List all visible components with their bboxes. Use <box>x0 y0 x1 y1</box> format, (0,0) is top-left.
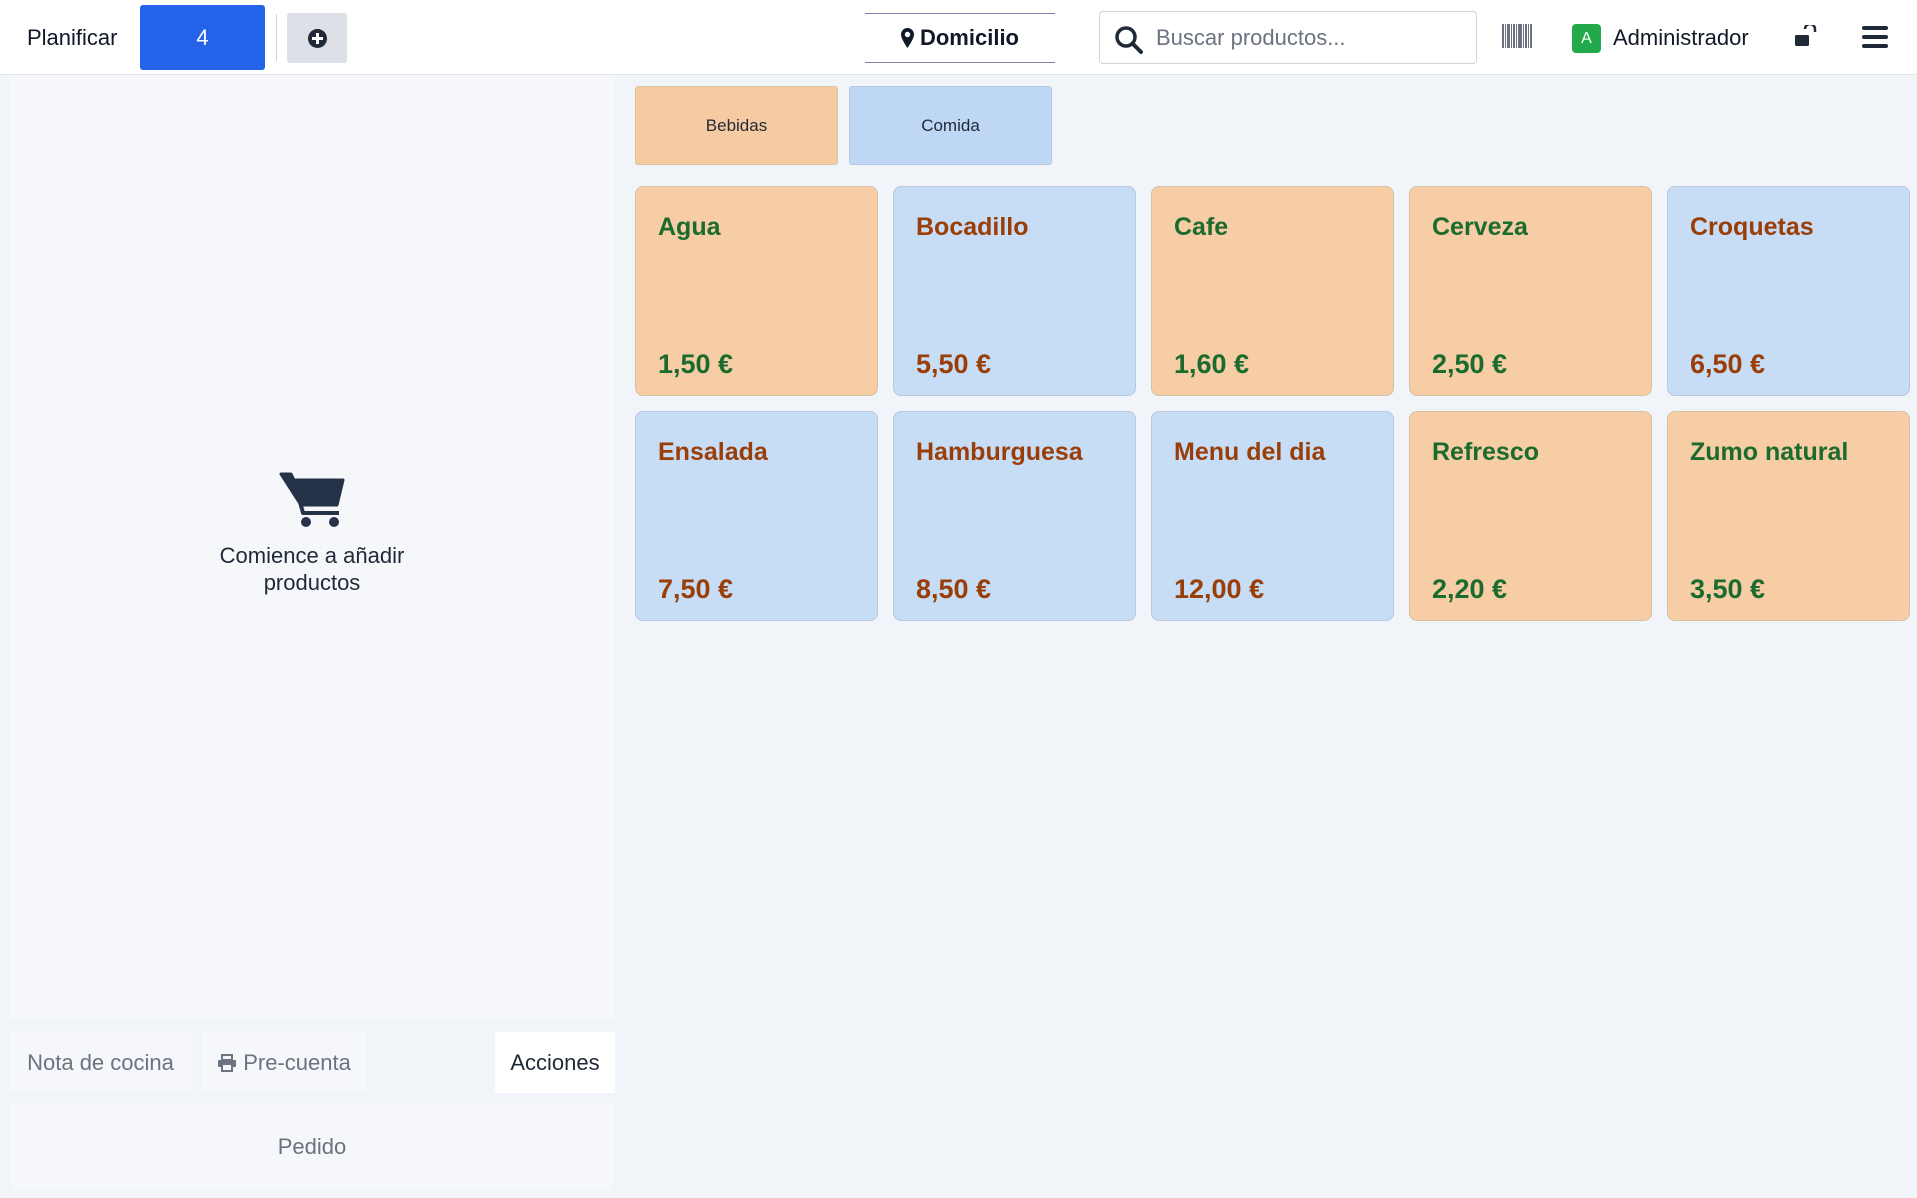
pre-bill-button[interactable]: Pre-cuenta <box>202 1032 366 1093</box>
product-card-agua[interactable]: Agua 1,50 € <box>635 186 878 396</box>
avatar: A <box>1572 23 1601 53</box>
product-name: Bocadillo <box>916 213 1029 241</box>
user-menu[interactable]: A Administrador <box>1572 22 1749 54</box>
location-label: Domicilio <box>919 25 1019 50</box>
product-price: 1,50 € <box>658 349 734 379</box>
category-bebidas[interactable]: Bebidas <box>635 86 838 165</box>
product-name: Croquetas <box>1690 213 1814 241</box>
product-name: Cerveza <box>1432 213 1528 241</box>
pre-bill-label: Pre-cuenta <box>243 1049 351 1075</box>
search-icon <box>1115 26 1143 54</box>
open-orders-count-button[interactable]: 4 <box>140 5 265 70</box>
unlock-icon[interactable] <box>1793 25 1817 49</box>
product-card-croquetas[interactable]: Croquetas 6,50 € <box>1667 186 1910 396</box>
user-name: Administrador <box>1613 25 1749 50</box>
product-price: 2,20 € <box>1432 574 1508 604</box>
product-card-menu-del-dia[interactable]: Menu del dia 12,00 € <box>1151 411 1394 621</box>
product-name: Ensalada <box>658 438 768 466</box>
empty-cart-state: Comience a añadir productos <box>10 470 614 596</box>
product-card-cafe[interactable]: Cafe 1,60 € <box>1151 186 1394 396</box>
product-price: 3,50 € <box>1690 574 1766 604</box>
actions-button[interactable]: Acciones <box>495 1032 615 1093</box>
map-pin-icon <box>900 28 914 48</box>
order-panel: Comience a añadir productos <box>10 75 614 1021</box>
product-card-hamburguesa[interactable]: Hamburguesa 8,50 € <box>893 411 1136 621</box>
product-name: Hamburguesa <box>916 438 1083 466</box>
product-grid: Agua 1,50 € Bocadillo 5,50 € Cafe 1,60 €… <box>635 186 1911 621</box>
category-comida[interactable]: Comida <box>849 86 1052 165</box>
search-input[interactable] <box>1156 20 1466 56</box>
toolbar-divider <box>276 14 277 61</box>
product-price: 8,50 € <box>916 574 992 604</box>
hamburger-menu-icon[interactable] <box>1862 26 1888 48</box>
product-card-zumo-natural[interactable]: Zumo natural 3,50 € <box>1667 411 1910 621</box>
product-price: 1,60 € <box>1174 349 1250 379</box>
product-card-refresco[interactable]: Refresco 2,20 € <box>1409 411 1652 621</box>
product-card-ensalada[interactable]: Ensalada 7,50 € <box>635 411 878 621</box>
product-price: 6,50 € <box>1690 349 1766 379</box>
product-card-bocadillo[interactable]: Bocadillo 5,50 € <box>893 186 1136 396</box>
kitchen-note-button[interactable]: Nota de cocina <box>10 1032 191 1093</box>
printer-icon <box>218 1053 237 1072</box>
top-bar: Planificar 4 Domicilio A Administrador <box>0 0 1917 75</box>
product-price: 2,50 € <box>1432 349 1508 379</box>
barcode-icon[interactable] <box>1502 24 1533 48</box>
plus-circle-icon <box>308 29 327 48</box>
product-price: 12,00 € <box>1174 574 1265 604</box>
product-name: Zumo natural <box>1690 438 1849 466</box>
product-search <box>1099 11 1477 64</box>
product-price: 7,50 € <box>658 574 734 604</box>
new-order-button[interactable] <box>287 13 347 63</box>
location-selector[interactable]: Domicilio <box>865 13 1055 63</box>
product-name: Menu del dia <box>1174 438 1326 466</box>
product-name: Agua <box>658 213 721 241</box>
plan-button[interactable]: Planificar <box>27 20 117 56</box>
product-name: Cafe <box>1174 213 1229 241</box>
product-card-cerveza[interactable]: Cerveza 2,50 € <box>1409 186 1652 396</box>
product-name: Refresco <box>1432 438 1539 466</box>
cart-icon <box>279 472 345 527</box>
order-button[interactable]: Pedido <box>10 1104 614 1190</box>
empty-cart-message: Comience a añadir productos <box>219 543 405 595</box>
product-price: 5,50 € <box>916 349 992 379</box>
